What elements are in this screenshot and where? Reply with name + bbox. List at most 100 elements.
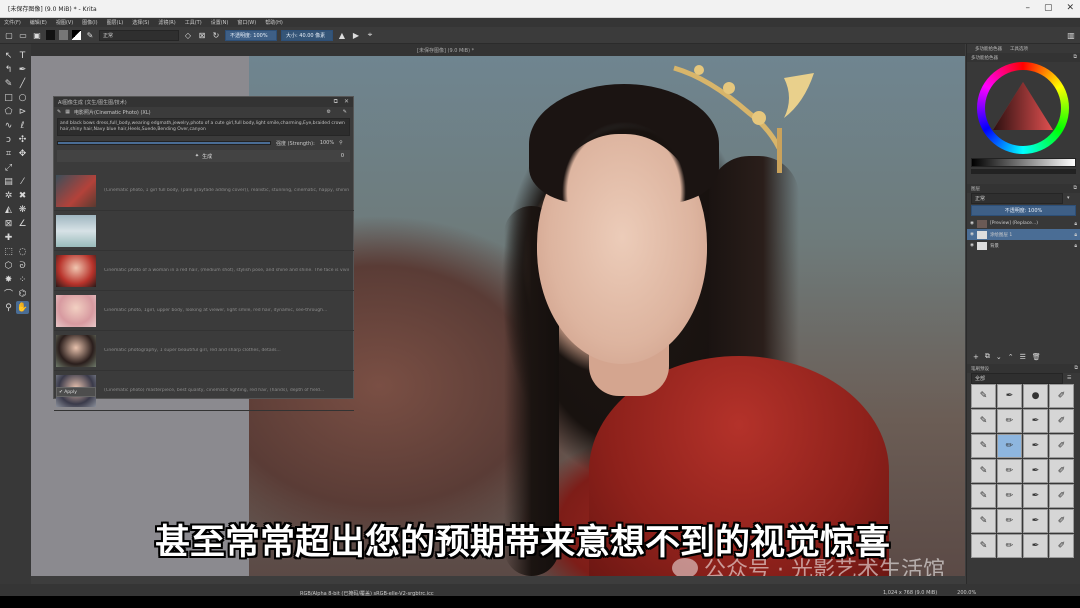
prompt-input[interactable]: and black bows dress,full_body,wearing e…: [57, 118, 350, 136]
brush-preset[interactable]: ✎: [971, 509, 996, 533]
transform-tool-icon[interactable]: ⤢: [2, 161, 15, 174]
history-thumbnail[interactable]: [56, 254, 96, 287]
strength-value[interactable]: 100%: [320, 140, 334, 146]
contiguous-select-tool-icon[interactable]: ✸: [2, 273, 15, 286]
layer-item[interactable]: ◉ [Preview] (Replace...) 🔒︎: [967, 218, 1080, 229]
move-up-icon[interactable]: ⌃: [1008, 353, 1014, 361]
gradient-swatch[interactable]: [46, 30, 55, 40]
layer-item[interactable]: ◉ 背景 🔒︎: [967, 240, 1080, 251]
reload-preset-icon[interactable]: ↻: [211, 30, 221, 40]
history-item[interactable]: (Cinematic photo) masterpiece, best qual…: [54, 371, 354, 411]
reference-tool-icon[interactable]: ✚: [2, 231, 15, 244]
color-picker-tool-icon[interactable]: ⁄: [16, 175, 29, 188]
size-slider[interactable]: 大小: 40.00 像素: [281, 29, 333, 41]
brush-preset[interactable]: ✒: [1023, 534, 1048, 558]
select-shapes-tool-icon[interactable]: ↖: [2, 49, 15, 62]
docker-float-icon[interactable]: ⧉: [334, 98, 338, 106]
text-tool-icon[interactable]: T: [16, 49, 29, 62]
line-tool-icon[interactable]: ╱: [16, 77, 29, 90]
brush-preset[interactable]: ✎: [971, 384, 996, 408]
color-wheel[interactable]: [967, 62, 1080, 154]
value-bar[interactable]: [971, 158, 1076, 167]
history-item[interactable]: Cinematic photography, 1 super beautiful…: [54, 331, 354, 371]
polyline-tool-icon[interactable]: ⊳: [16, 105, 29, 118]
brush-preset[interactable]: ✒: [1023, 459, 1048, 483]
menu-tools[interactable]: 工具(T): [185, 19, 202, 26]
layer-filter-icon[interactable]: ▾: [1067, 195, 1070, 201]
brush-preset[interactable]: ✐: [1049, 534, 1074, 558]
layer-lock-icon[interactable]: 🔒︎: [1074, 232, 1077, 238]
duplicate-layer-icon[interactable]: ⧉: [985, 352, 990, 361]
freehand-path-tool-icon[interactable]: ℓ: [16, 119, 29, 132]
brush-preset[interactable]: ✐: [1049, 459, 1074, 483]
brush-preset[interactable]: ✐: [1049, 384, 1074, 408]
visibility-eye-icon[interactable]: ◉: [970, 232, 974, 237]
brush-panel-float-icon[interactable]: ⧉: [1074, 365, 1078, 371]
fg-bg-color-icon[interactable]: [72, 30, 81, 40]
bezier-tool-icon[interactable]: ∿: [2, 119, 15, 132]
polygon-select-tool-icon[interactable]: ⬡: [2, 259, 15, 272]
pattern-swatch[interactable]: [59, 30, 68, 40]
workspace-icon[interactable]: ▥: [1066, 30, 1076, 40]
brush-preset[interactable]: ✎: [971, 434, 996, 458]
move-down-icon[interactable]: ⌄: [996, 353, 1002, 361]
mirror-horizontal-icon[interactable]: ▲: [337, 30, 347, 40]
brush-preset[interactable]: ✒: [1023, 409, 1048, 433]
menu-edit[interactable]: 编辑(E): [30, 19, 47, 26]
gradient-tool-icon[interactable]: ▤: [2, 175, 15, 188]
queue-count[interactable]: 0: [341, 153, 344, 159]
measure-tool-icon[interactable]: ∠: [16, 217, 29, 230]
color-panel-close-icon[interactable]: ⧉: [1073, 54, 1077, 60]
brush-preset[interactable]: ✎: [971, 409, 996, 433]
colorize-mask-tool-icon[interactable]: ✖: [16, 189, 29, 202]
settings-icon[interactable]: ⚙: [327, 109, 331, 115]
history-item[interactable]: [54, 211, 354, 251]
brush-preset-selected[interactable]: ✏: [997, 434, 1022, 458]
brush-preset[interactable]: ✏: [997, 484, 1022, 508]
ellipse-select-tool-icon[interactable]: ◌: [16, 245, 29, 258]
workspace-mode-icon[interactable]: ✎: [57, 109, 61, 115]
freehand-brush-tool-icon[interactable]: ✎: [2, 77, 15, 90]
brush-preset[interactable]: ✐: [1049, 509, 1074, 533]
layer-properties-icon[interactable]: ☰: [1020, 353, 1026, 361]
delete-layer-icon[interactable]: 🗑︎: [1032, 353, 1041, 361]
move-tool-icon[interactable]: ✥: [16, 147, 29, 160]
tab-color-selector[interactable]: 多功能拾色器: [975, 46, 1002, 52]
fill-tool-icon[interactable]: ◭: [2, 203, 15, 216]
dynamic-brush-tool-icon[interactable]: ↄ: [2, 133, 15, 146]
menu-filter[interactable]: 滤镜(R): [158, 19, 175, 26]
brush-preset[interactable]: ✏: [997, 409, 1022, 433]
menu-view[interactable]: 视图(V): [56, 19, 73, 26]
tab-tool-options[interactable]: 工具选项: [1010, 46, 1028, 52]
rect-select-tool-icon[interactable]: ⬚: [2, 245, 15, 258]
strength-lock-icon[interactable]: ⚲: [339, 140, 343, 146]
eraser-icon[interactable]: ◇: [183, 30, 193, 40]
document-tab[interactable]: [未保存图像] (9.0 MiB) *: [411, 47, 480, 54]
edit-shapes-tool-icon[interactable]: ↰: [2, 63, 15, 76]
more-icon[interactable]: ✎: [343, 109, 347, 115]
brush-preset[interactable]: ✎: [971, 484, 996, 508]
layers-panel-float-icon[interactable]: ⧉: [1073, 185, 1077, 191]
layer-item[interactable]: ◉ 涂绘图层 1 🔒︎: [967, 229, 1080, 240]
layer-opacity-slider[interactable]: 不透明度: 100%: [971, 205, 1076, 216]
history-thumbnail[interactable]: [56, 214, 96, 247]
brush-preset[interactable]: ✐: [1049, 434, 1074, 458]
polygon-tool-icon[interactable]: ⬠: [2, 105, 15, 118]
brush-preset-icon[interactable]: ✎: [85, 30, 95, 40]
strength-slider[interactable]: [57, 141, 271, 145]
brush-preset[interactable]: ✒: [1023, 509, 1048, 533]
brush-preset[interactable]: ●: [1023, 384, 1048, 408]
apply-button[interactable]: ✔ Apply: [56, 387, 96, 397]
menu-layer[interactable]: 图层(L): [107, 19, 124, 26]
open-icon[interactable]: ▭: [18, 30, 28, 40]
history-thumbnail[interactable]: [56, 174, 96, 207]
brush-preset[interactable]: ✏: [997, 534, 1022, 558]
visibility-eye-icon[interactable]: ◉: [970, 243, 974, 248]
calligraphy-tool-icon[interactable]: ✒: [16, 63, 29, 76]
opacity-slider[interactable]: 不透明度: 100%: [225, 29, 277, 41]
model-select[interactable]: 电影照片(Cinematic Photo) (XL): [74, 109, 151, 116]
minimize-button[interactable]: –: [1025, 3, 1030, 13]
multibrush-tool-icon[interactable]: ✣: [16, 133, 29, 146]
freehand-select-tool-icon[interactable]: ᘐ: [16, 259, 29, 272]
maximize-button[interactable]: ▢: [1044, 3, 1053, 13]
